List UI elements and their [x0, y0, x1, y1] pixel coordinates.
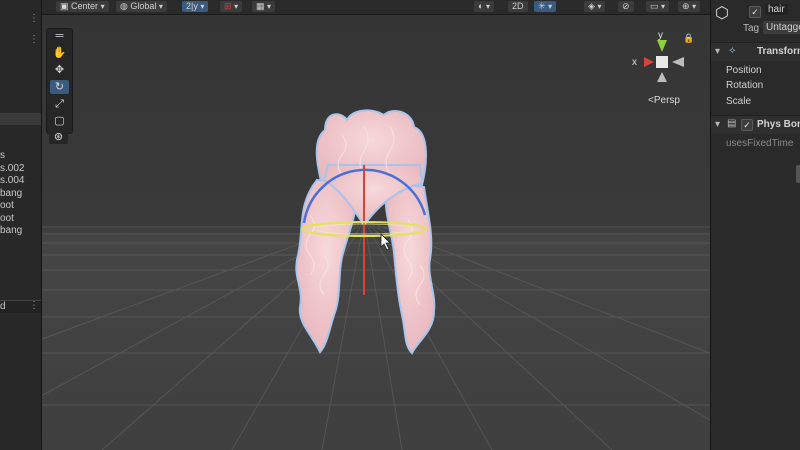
camera-icon: ▭ [650, 1, 659, 11]
scene-viewport[interactable]: y x 🔒 ═ ✋ ✥ ↻ ⤢ ▢ ⊛ <Persp [42, 15, 710, 450]
projection-toggle[interactable]: <Persp [648, 95, 680, 106]
lighting-icon: ✳ [538, 1, 546, 11]
rotation-label: Rotation [726, 80, 764, 91]
transform-tool-icon[interactable]: ⊛ [49, 130, 68, 144]
tag-label: Tag [743, 23, 760, 34]
floor-grid [42, 219, 710, 450]
hierarchy-item[interactable]: bang [0, 225, 41, 237]
scene-menu-icon[interactable]: ⋮ [29, 35, 39, 45]
pivot-mode-label: Center [71, 1, 99, 11]
scene-toolbar: ▣ Center ◍ Global 2|y ⊞ ▦ ◐ 2D ✳ ◈ ⊘ ▭ ⊕ [42, 0, 710, 15]
gizmos-dropdown[interactable]: ⊕ [678, 1, 701, 12]
rect-tool-icon[interactable]: ▢ [50, 114, 69, 128]
inspector-scrollbar[interactable] [796, 165, 800, 183]
pivot-rotation-label: Global [130, 1, 157, 11]
visibility-icon: ⊘ [622, 1, 630, 11]
gizmo-lock-icon[interactable]: 🔒 [683, 33, 694, 44]
scale-label: Scale [726, 96, 752, 107]
tool-palette: ═ ✋ ✥ ↻ ⤢ ▢ [46, 28, 73, 134]
active-checkbox[interactable]: ✓ [749, 6, 761, 18]
grid-snap-button[interactable]: 2|y [182, 1, 209, 12]
uses-fixed-time-label: usesFixedTime [726, 138, 794, 149]
pivot-rotation-dropdown[interactable]: ◍ Global [116, 1, 167, 12]
position-label: Position [726, 65, 762, 76]
shading-icon: ◐ [478, 1, 484, 11]
2d-toggle-button[interactable]: 2D [508, 1, 528, 12]
transform-icon: ⟡ [729, 45, 736, 56]
gizmo-x-label: x [632, 57, 637, 68]
move-tool-icon[interactable]: ✥ [50, 63, 69, 77]
pivot-mode-dropdown[interactable]: ▣ Center [56, 1, 109, 12]
pivot-mode-icon: ▣ [60, 1, 69, 11]
globe-icon: ◍ [120, 1, 128, 11]
hierarchy-item[interactable]: oot [0, 213, 41, 225]
hierarchy-item[interactable]: bang [0, 188, 41, 200]
hierarchy-item[interactable]: s.004 [0, 175, 41, 187]
gameobject-icon: ⬡ [715, 5, 729, 22]
audio-toggle-button[interactable]: ◈ [584, 1, 606, 12]
orientation-gizmo[interactable] [644, 40, 684, 82]
grid-icon: ▦ [256, 1, 265, 11]
effects-toggle-button[interactable]: ⊘ [618, 1, 634, 12]
project-panel-label: d [0, 301, 6, 312]
foldout-arrow-icon[interactable]: ▾ [715, 46, 720, 57]
grid-snap-label: 2|y [186, 1, 198, 11]
hierarchy-panel: ⋮ ⋮ s s.002 s.004 bang oot oot bang d ⋮ [0, 0, 42, 450]
2d-toggle-label: 2D [512, 1, 524, 11]
scale-tool-icon[interactable]: ⤢ [50, 97, 69, 111]
draw-mode-dropdown[interactable]: ◐ [474, 1, 494, 12]
rotate-tool-icon[interactable]: ↻ [50, 80, 69, 94]
object-name-field[interactable]: hair [765, 4, 788, 15]
snap-increment-button[interactable]: ⊞ [220, 1, 243, 12]
hierarchy-item[interactable]: oot [0, 200, 41, 212]
hierarchy-item[interactable]: s.002 [0, 163, 41, 175]
hierarchy-selected-row[interactable] [0, 113, 41, 125]
hand-tool-icon[interactable]: ✋ [50, 46, 69, 60]
foldout-arrow-icon[interactable]: ▾ [715, 119, 720, 130]
inspector-panel: ⬡ ✓ hair Tag Untagged ▾ ⟡ Transform Posi… [710, 0, 800, 450]
script-icon: ▤ [727, 118, 737, 129]
physbone-title: Phys Bone [757, 119, 800, 130]
hierarchy-menu-icon[interactable]: ⋮ [29, 14, 39, 24]
hierarchy-item[interactable]: s [0, 150, 41, 162]
physbone-enabled-checkbox[interactable]: ✓ [741, 119, 753, 131]
gizmo-icon: ⊕ [682, 1, 690, 11]
tag-dropdown[interactable]: Untagged [763, 21, 800, 34]
snap-icon: ⊞ [224, 1, 232, 11]
grid-visibility-button[interactable]: ▦ [252, 1, 276, 12]
scene-canvas: y x 🔒 [42, 30, 710, 450]
gizmo-y-label: y [658, 30, 663, 41]
project-menu-icon[interactable]: ⋮ [29, 301, 39, 311]
lighting-toggle-button[interactable]: ✳ [534, 1, 557, 12]
audio-icon: ◈ [588, 1, 595, 11]
camera-settings-button[interactable]: ▭ [646, 1, 670, 12]
transform-title: Transform [757, 46, 800, 57]
palette-drag-handle[interactable]: ═ [50, 29, 69, 43]
